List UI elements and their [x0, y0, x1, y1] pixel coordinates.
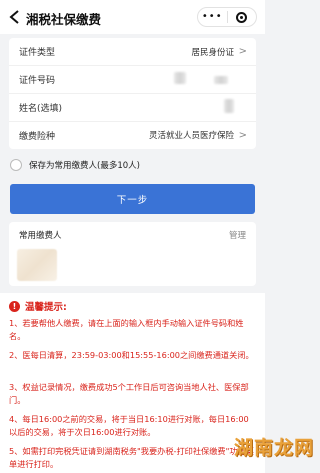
tip-item: 2、医每日清算，23:59-03:00和15:55-16:00之间缴费通道关闭。 [9, 350, 254, 360]
payer-chip[interactable] [17, 249, 57, 281]
tips-title: 温馨提示: [25, 302, 67, 313]
page-title: 湘税社保缴费 [26, 12, 102, 27]
tips-heading: ! 温馨提示: [9, 299, 67, 313]
save-payer-option[interactable]: 保存为常用缴费人(最多10人) [10, 157, 140, 173]
miniprogram-capsule: ••• [197, 7, 257, 27]
insurance-type-row[interactable]: 缴费险种 灵活就业人员医疗保险 > [9, 121, 256, 149]
tip-item: 4、每日16:00之前的交易，将于当日16:10进行对账，每日16:00以后的交… [9, 414, 249, 437]
name-row[interactable]: 姓名(选填) [9, 94, 256, 122]
redacted-name [224, 99, 234, 113]
payment-form: 证件类型 居民身份证 > 证件号码 姓名(选填) 缴费险种 灵活就业人员医疗保险… [9, 38, 256, 149]
frequent-payers-heading: 常用缴费人 [19, 231, 62, 241]
id-number-row[interactable]: 证件号码 [9, 66, 256, 94]
alert-icon: ! [9, 300, 20, 312]
redacted-id-number-2 [214, 76, 228, 84]
insurance-type-value: 灵活就业人员医疗保险 [148, 131, 234, 141]
id-type-value: 居民身份证 [191, 47, 234, 58]
tips-section: ! 温馨提示: 1、若要帮他人缴费，请在上面的输入框内手动输入证件号码和姓名。 … [0, 293, 265, 473]
redacted-id-number [174, 72, 186, 84]
tip-item: 1、若要帮他人缴费，请在上面的输入框内手动输入证件号码和姓名。 [9, 318, 244, 341]
id-type-row[interactable]: 证件类型 居民身份证 > [9, 38, 256, 66]
close-miniprogram-icon[interactable] [227, 11, 256, 23]
name-label: 姓名(选填) [19, 104, 63, 114]
next-button[interactable]: 下一步 [10, 184, 255, 214]
id-type-label: 证件类型 [19, 48, 56, 58]
frequent-payers-card: 常用缴费人 管理 [9, 222, 256, 286]
radio-unchecked-icon[interactable] [10, 159, 22, 171]
back-arrow-icon[interactable] [8, 9, 22, 25]
chevron-right-icon: > [238, 46, 247, 57]
tip-item: 3、权益记录情况，缴费成功5个工作日后可咨询当地人社、医保部门。 [9, 382, 249, 405]
more-menu-icon[interactable]: ••• [198, 8, 227, 26]
tip-item: 5、如需打印完税凭证请到湖南税务"我要办税-打印社保缴费"功能菜单进行打印。 [9, 446, 254, 469]
title-bar: 湘税社保缴费 ••• [0, 0, 265, 34]
chevron-right-icon: > [238, 129, 247, 141]
watermark: 湖南龙网 [233, 437, 314, 459]
insurance-type-label: 缴费险种 [19, 131, 56, 142]
id-number-label: 证件号码 [19, 76, 56, 86]
save-payer-label: 保存为常用缴费人(最多10人) [29, 161, 140, 171]
manage-link[interactable]: 管理 [229, 229, 246, 241]
